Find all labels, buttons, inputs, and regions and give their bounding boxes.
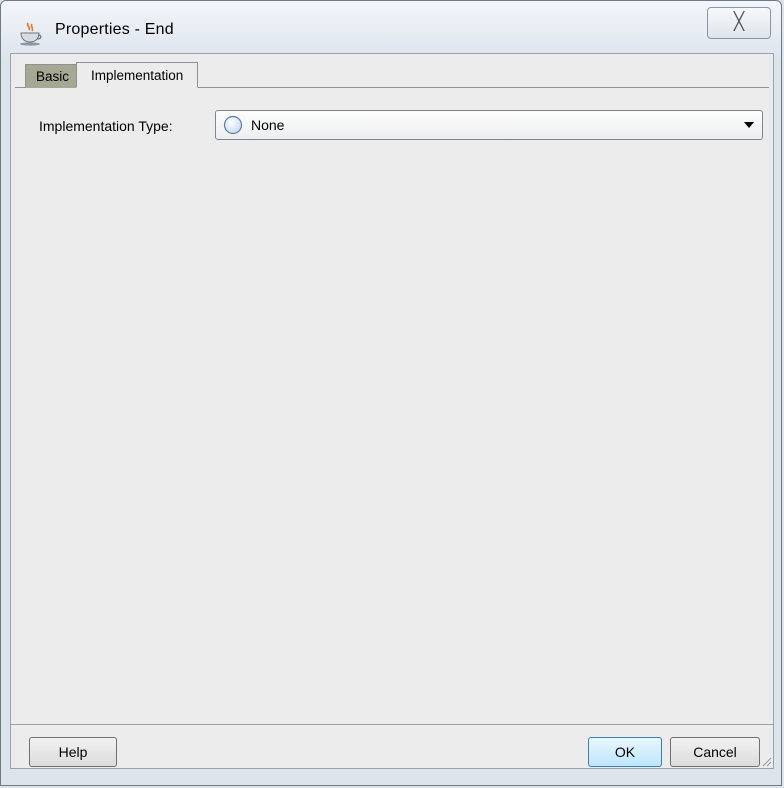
footer-divider [11,724,773,725]
window-title: Properties - End [55,21,174,38]
java-cup-icon [20,22,42,46]
close-icon: ╳ [733,12,745,32]
tab-implementation[interactable]: Implementation [76,62,199,88]
tab-basic[interactable]: Basic [25,64,81,88]
title-bar[interactable]: Properties - End ╳ [1,1,781,53]
tab-strip: Basic Implementation [25,62,199,88]
cancel-button[interactable]: Cancel [670,737,760,767]
implementation-type-label: Implementation Type: [39,118,173,134]
implementation-type-dropdown[interactable]: None [215,110,763,140]
dialog-body: Basic Implementation Implementation Type… [10,53,774,769]
properties-dialog: Properties - End ╳ Basic Implementation … [0,0,782,786]
dropdown-arrow-icon [744,122,754,128]
none-circle-icon [223,115,243,135]
close-button[interactable]: ╳ [707,7,771,39]
help-button[interactable]: Help [29,737,117,767]
resize-grip-icon[interactable] [760,755,772,767]
implementation-type-value: None [251,117,285,133]
ok-button[interactable]: OK [588,737,662,767]
